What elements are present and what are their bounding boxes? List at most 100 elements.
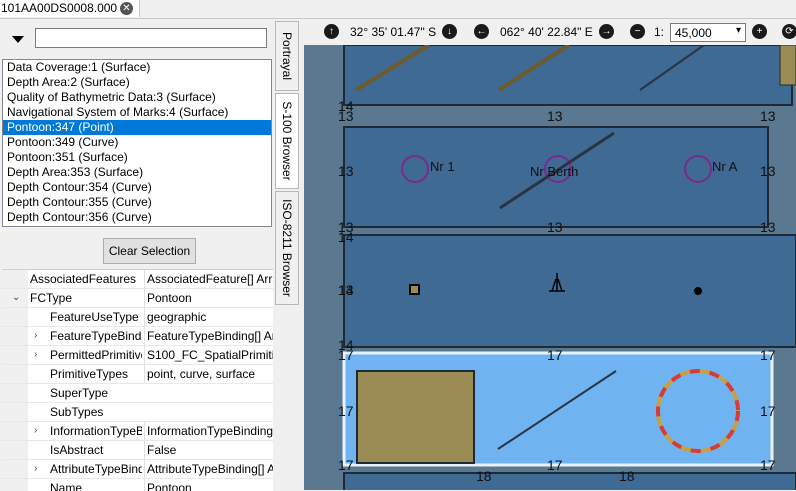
sounding: 13 xyxy=(547,219,563,235)
sounding: 13 xyxy=(547,108,563,124)
land-area xyxy=(779,45,796,86)
close-icon[interactable]: ✕ xyxy=(120,2,133,15)
feature-label: Nr Berth xyxy=(530,164,578,179)
map-canvas: 14 13 13 13 13 13 13 13 13 13 14 14 14 1… xyxy=(304,45,796,490)
arrow-left-icon[interactable]: ← xyxy=(474,24,489,39)
property-name: PrimitiveTypes xyxy=(50,367,129,381)
tab-portrayal[interactable]: Portrayal xyxy=(275,21,299,91)
list-item[interactable]: Depth Area:353 (Surface) xyxy=(3,165,271,180)
refresh-icon[interactable]: ⟳ xyxy=(782,24,796,39)
property-value[interactable]: Pontoon xyxy=(144,479,273,491)
row-gutter xyxy=(2,479,28,491)
expand-icon[interactable]: › xyxy=(34,327,37,345)
property-value[interactable]: point, curve, surface xyxy=(144,365,273,383)
arrow-up-icon[interactable]: ↑ xyxy=(324,24,339,39)
list-item[interactable]: Data Coverage:1 (Surface) xyxy=(3,60,271,75)
row-gutter xyxy=(2,441,28,459)
property-value[interactable]: geographic xyxy=(144,308,273,326)
expand-icon[interactable]: › xyxy=(34,346,37,364)
property-row[interactable]: IsAbstract False xyxy=(2,441,273,460)
list-item[interactable]: Pontoon:349 (Curve) xyxy=(3,135,271,150)
property-name: SuperType xyxy=(50,386,109,400)
sounding: 17 xyxy=(338,403,354,419)
property-name: AttributeTypeBindings xyxy=(50,462,142,476)
property-name: SubTypes xyxy=(50,405,104,419)
list-item[interactable]: Depth Contour:355 (Curve) xyxy=(3,195,271,210)
list-item[interactable]: Depth Contour:354 (Curve) xyxy=(3,180,271,195)
document-tab[interactable]: 101AA00DS0008.000 xyxy=(0,0,140,17)
property-name: FeatureUseType xyxy=(50,310,139,324)
chart-map[interactable]: 14 13 13 13 13 13 13 13 13 13 14 14 14 1… xyxy=(304,45,796,490)
filter-input[interactable] xyxy=(35,28,267,48)
property-name: Name xyxy=(50,481,83,491)
tab-s100-browser[interactable]: S-100 Browser xyxy=(275,93,299,189)
longitude-readout: 062° 40' 22.84" E xyxy=(500,25,593,39)
water-area-bottom xyxy=(343,472,796,490)
sounding: 14 xyxy=(338,229,354,245)
property-row[interactable]: › InformationTypeBindingsInformationTypeB… xyxy=(2,422,273,441)
property-value[interactable]: FeatureTypeBinding[] Array xyxy=(144,327,273,345)
zoom-out-icon[interactable]: − xyxy=(630,24,645,39)
property-row[interactable]: Name Pontoon xyxy=(2,479,273,491)
sounding: 13 xyxy=(338,108,354,124)
property-row[interactable]: › PermittedPrimitivesS100_FC_SpatialPrimi… xyxy=(2,346,273,365)
feature-list[interactable]: Data Coverage:1 (Surface) Depth Area:2 (S… xyxy=(2,59,272,227)
property-row[interactable]: PrimitiveTypes point, curve, surface xyxy=(2,365,273,384)
property-value[interactable]: AssociatedFeature[] Array xyxy=(144,270,273,288)
sounding: 13 xyxy=(760,163,776,179)
sounding: 14 xyxy=(338,282,354,298)
property-row[interactable]: ⌄ FCType Pontoon xyxy=(2,289,273,308)
sounding: 13 xyxy=(338,163,354,179)
row-gutter xyxy=(2,308,28,326)
pontoon-point-symbol xyxy=(409,284,420,295)
sounding: 17 xyxy=(547,347,563,363)
list-item[interactable]: Quality of Bathymetric Data:3 (Surface) xyxy=(3,90,271,105)
list-item[interactable]: Pontoon:351 (Surface) xyxy=(3,150,271,165)
list-item[interactable]: Pontoon:347 (Point) xyxy=(3,120,271,135)
property-row[interactable]: › FeatureTypeBindingsFeatureTypeBinding[]… xyxy=(2,327,273,346)
list-item[interactable]: Depth Contour:356 (Curve) xyxy=(3,210,271,225)
clear-selection-button[interactable]: Clear Selection xyxy=(103,238,196,264)
chevron-down-icon[interactable] xyxy=(12,36,24,43)
feature-label: Nr 1 xyxy=(430,159,455,174)
arrow-right-icon[interactable]: → xyxy=(599,24,614,39)
property-row[interactable]: SuperType xyxy=(2,384,273,403)
property-row[interactable]: AssociatedFeatures AssociatedFeature[] Ar… xyxy=(2,270,273,289)
expand-icon[interactable]: › xyxy=(34,422,37,440)
row-gutter xyxy=(2,422,28,440)
property-name: PermittedPrimitives xyxy=(50,348,142,362)
list-item[interactable]: Depth Area:2 (Surface) xyxy=(3,75,271,90)
arrow-down-icon[interactable]: ↓ xyxy=(442,24,457,39)
tab-iso8211-browser[interactable]: ISO-8211 Browser xyxy=(275,191,299,305)
pontoon-surface xyxy=(356,370,475,464)
row-gutter xyxy=(2,460,28,478)
row-gutter xyxy=(2,346,28,364)
row-gutter xyxy=(2,327,28,345)
property-value[interactable]: False xyxy=(144,441,273,459)
property-row[interactable]: SubTypes xyxy=(2,403,273,422)
expand-icon[interactable]: ⌄ xyxy=(12,289,20,307)
property-value[interactable]: InformationTypeBinding xyxy=(144,422,273,440)
feature-label: Nr A xyxy=(712,159,738,174)
property-row[interactable]: › AttributeTypeBindingsAttributeTypeBindi… xyxy=(2,460,273,479)
sounding: 17 xyxy=(760,403,776,419)
sounding: 17 xyxy=(547,457,563,473)
zoom-in-icon[interactable]: + xyxy=(752,24,767,39)
row-gutter xyxy=(2,384,28,402)
row-gutter xyxy=(2,365,28,383)
sounding: 13 xyxy=(760,108,776,124)
property-row[interactable]: FeatureUseType geographic xyxy=(2,308,273,327)
latitude-readout: 32° 35' 01.47" S xyxy=(350,25,437,39)
chevron-down-icon: ▾ xyxy=(735,25,741,36)
scale-value: 45,000 xyxy=(675,26,712,40)
scale-select[interactable]: 45,000 ▾ xyxy=(670,23,746,42)
property-name: AssociatedFeatures xyxy=(30,272,137,286)
row-gutter xyxy=(2,403,28,421)
property-value[interactable]: S100_FC_SpatialPrimitiveType xyxy=(144,346,273,364)
property-value[interactable]: AttributeTypeBinding[] Array xyxy=(144,460,273,478)
list-item[interactable]: Navigational System of Marks:4 (Surface) xyxy=(3,105,271,120)
property-name: IsAbstract xyxy=(50,443,104,457)
sounding: 17 xyxy=(338,457,354,473)
property-value[interactable]: Pontoon xyxy=(144,289,273,307)
expand-icon[interactable]: › xyxy=(34,460,37,478)
